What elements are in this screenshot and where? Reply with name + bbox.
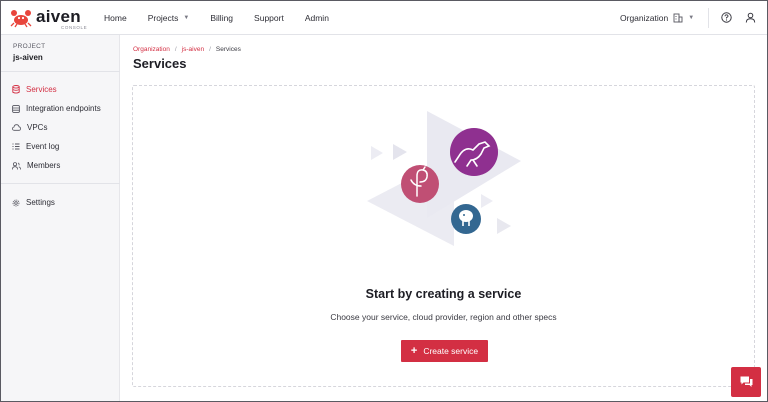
- breadcrumb-organization[interactable]: Organization: [133, 46, 170, 53]
- empty-state-subtitle: Choose your service, cloud provider, reg…: [330, 312, 557, 322]
- flamingo-icon: [401, 165, 439, 203]
- sidebar-divider: [1, 71, 120, 72]
- top-bar: aiven CONSOLE Home Projects ▼ Billing Su…: [1, 1, 767, 35]
- list-icon: [12, 143, 20, 150]
- breadcrumb-separator: /: [174, 46, 177, 53]
- sidebar: PROJECT js-aiven Services Integration en…: [1, 35, 120, 401]
- crab-logo-icon: [10, 10, 32, 28]
- breadcrumb-project[interactable]: js-aiven: [182, 46, 204, 53]
- create-service-button[interactable]: + Create service: [401, 340, 488, 362]
- sidebar-item-label: Services: [26, 85, 57, 94]
- nav-projects-label: Projects: [147, 13, 179, 23]
- sidebar-item-services[interactable]: Services: [12, 85, 57, 94]
- nav-billing[interactable]: Billing: [210, 13, 233, 23]
- stack-icon: [12, 104, 20, 113]
- services-illustration: [367, 111, 521, 246]
- topbar-divider: [708, 8, 709, 28]
- page-title: Services: [133, 56, 187, 71]
- breadcrumb-separator: /: [209, 46, 211, 53]
- project-name[interactable]: js-aiven: [13, 53, 43, 62]
- sidebar-item-label: Members: [27, 161, 61, 170]
- nav-admin[interactable]: Admin: [305, 13, 329, 23]
- sidebar-item-label: Integration endpoints: [26, 104, 101, 113]
- nav-projects[interactable]: Projects ▼: [148, 13, 190, 23]
- sidebar-item-label: Settings: [26, 198, 55, 207]
- sidebar-item-members[interactable]: Members: [12, 161, 60, 170]
- project-label: PROJECT: [13, 43, 46, 50]
- sidebar-item-event-log[interactable]: Event log: [12, 142, 59, 151]
- aiven-logo[interactable]: aiven CONSOLE: [10, 7, 87, 30]
- chat-support-button[interactable]: [731, 367, 761, 397]
- organization-label: Organization: [620, 13, 669, 23]
- chevron-down-icon: ▼: [688, 15, 695, 21]
- sidebar-item-label: Event log: [26, 142, 60, 151]
- postgresql-icon: [451, 204, 481, 234]
- nav-support[interactable]: Support: [254, 13, 284, 23]
- chat-icon: [740, 376, 752, 387]
- organization-switcher[interactable]: Organization ▼: [620, 13, 694, 23]
- main-nav: Home Projects ▼ Billing Support Admin: [104, 13, 350, 23]
- chevron-down-icon: ▼: [183, 15, 190, 21]
- logo-wordmark: aiven: [36, 7, 81, 26]
- people-icon: [12, 161, 21, 170]
- breadcrumb-current: Services: [215, 46, 241, 53]
- sidebar-item-vpcs[interactable]: VPCs: [12, 123, 47, 132]
- database-icon: [12, 85, 20, 94]
- sidebar-divider: [1, 183, 120, 184]
- empty-state-title: Start by creating a service: [365, 287, 522, 301]
- building-icon: [673, 13, 683, 23]
- sidebar-item-integration-endpoints[interactable]: Integration endpoints: [12, 104, 101, 113]
- logo-subtitle: CONSOLE: [61, 25, 88, 30]
- app-frame: aiven CONSOLE Home Projects ▼ Billing Su…: [0, 0, 768, 402]
- help-icon[interactable]: [721, 12, 732, 23]
- gear-icon: [12, 199, 20, 206]
- create-service-label: Create service: [423, 346, 479, 356]
- breadcrumb: Organization / js-aiven / Services: [133, 46, 241, 53]
- plus-icon: +: [410, 345, 418, 357]
- kafka-icon: [450, 128, 498, 176]
- user-icon[interactable]: [745, 12, 756, 23]
- sidebar-item-label: VPCs: [27, 123, 48, 132]
- cloud-icon: [12, 124, 21, 131]
- sidebar-item-settings[interactable]: Settings: [12, 198, 55, 207]
- nav-home[interactable]: Home: [104, 13, 127, 23]
